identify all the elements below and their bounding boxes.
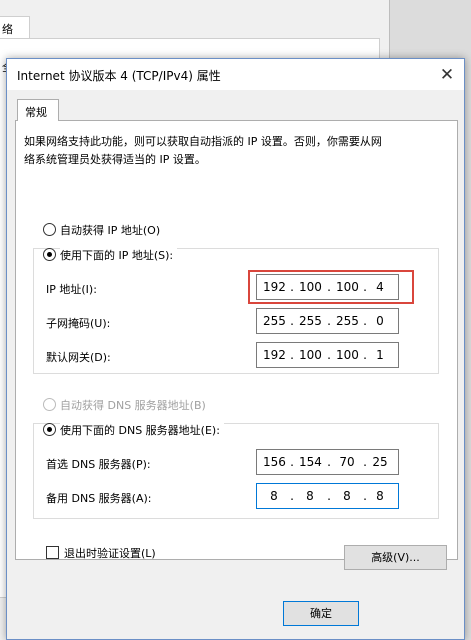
ip-address-label: IP 地址(I): xyxy=(46,283,97,296)
ip-auto-radio[interactable] xyxy=(43,223,56,236)
default-gateway-label: 默认网关(D): xyxy=(46,351,111,364)
background-tab-label: 络 xyxy=(2,23,13,36)
dns-manual-radio[interactable] xyxy=(43,423,56,436)
tab-general[interactable]: 常规 xyxy=(17,99,59,121)
ok-button[interactable]: 确定 xyxy=(283,601,359,626)
default-gateway-input[interactable]: 192. 100. 100. 1 xyxy=(256,342,399,368)
close-icon[interactable]: ✕ xyxy=(437,65,457,85)
dns-auto-label[interactable]: 自动获得 DNS 服务器地址(B) xyxy=(60,397,206,413)
ip-auto-label[interactable]: 自动获得 IP 地址(O) xyxy=(60,222,160,238)
subnet-mask-label: 子网掩码(U): xyxy=(46,317,111,330)
general-tab-page: 如果网络支持此功能，则可以获取自动指派的 IP 设置。否则，你需要从网 络系统管… xyxy=(15,120,458,570)
dns-manual-label[interactable]: 使用下面的 DNS 服务器地址(E): xyxy=(60,422,224,438)
ip-manual-label[interactable]: 使用下面的 IP 地址(S): xyxy=(60,247,178,263)
dns-auto-radio[interactable] xyxy=(43,398,56,411)
tab-general-label: 常规 xyxy=(25,106,47,119)
validate-checkbox[interactable] xyxy=(46,546,59,559)
dns-preferred-label: 首选 DNS 服务器(P): xyxy=(46,458,151,471)
description-line-1: 如果网络支持此功能，则可以获取自动指派的 IP 设置。否则，你需要从网 xyxy=(24,135,382,148)
ipv4-properties-dialog: Internet 协议版本 4 (TCP/IPv4) 属性 ✕ 常规 如果网络支… xyxy=(6,58,465,640)
ip-address-highlight xyxy=(248,270,414,304)
background-tab[interactable]: 络 xyxy=(0,16,30,38)
validate-label[interactable]: 退出时验证设置(L) xyxy=(64,545,156,561)
dns-preferred-input[interactable]: 156. 154. 70. 25 xyxy=(256,449,399,475)
dns-alternate-label: 备用 DNS 服务器(A): xyxy=(46,492,152,505)
dns-alternate-input[interactable]: 8. 8. 8. 8 xyxy=(256,483,399,509)
dialog-title: Internet 协议版本 4 (TCP/IPv4) 属性 xyxy=(17,69,221,83)
description-line-2: 络系统管理员处获得适当的 IP 设置。 xyxy=(24,153,206,166)
subnet-mask-input[interactable]: 255. 255. 255. 0 xyxy=(256,308,399,334)
title-bar[interactable]: Internet 协议版本 4 (TCP/IPv4) 属性 ✕ xyxy=(7,59,464,90)
advanced-button[interactable]: 高级(V)... xyxy=(344,545,447,570)
ip-manual-radio[interactable] xyxy=(43,248,56,261)
